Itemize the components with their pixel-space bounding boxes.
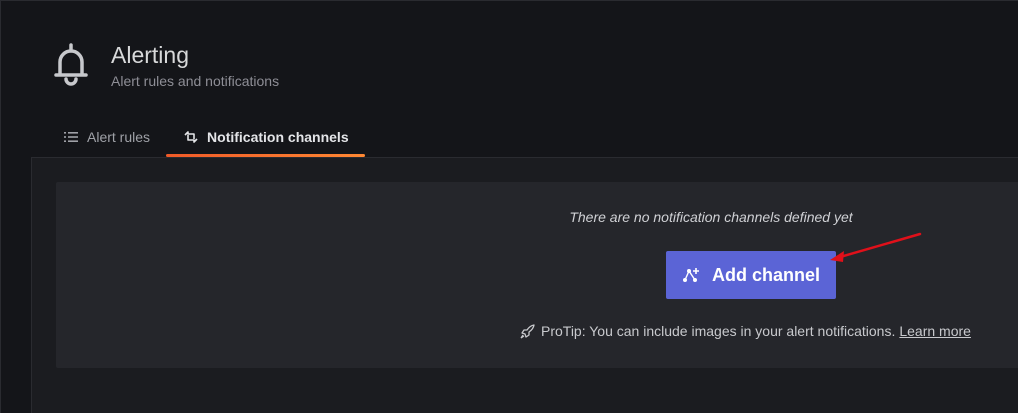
header-text: Alerting Alert rules and notifications [111, 41, 279, 90]
tab-notification-channels[interactable]: Notification channels [166, 119, 365, 157]
add-channel-label: Add channel [711, 264, 820, 285]
protip: ProTip: You can include images in your a… [520, 323, 971, 339]
empty-state-message: There are no notification channels defin… [569, 209, 853, 225]
tab-alert-rules[interactable]: Alert rules [48, 119, 166, 155]
rocket-icon [520, 323, 535, 338]
bell-icon [54, 43, 88, 86]
add-channel-button[interactable]: Add channel [666, 251, 836, 299]
protip-text: ProTip: You can include images in your a… [541, 323, 896, 339]
tab-bar: Alert rules Notification channels [48, 119, 365, 157]
tab-label: Alert rules [87, 129, 151, 145]
channel-icon [184, 131, 198, 143]
content-area: There are no notification channels defin… [31, 157, 1018, 413]
list-icon [64, 132, 78, 142]
learn-more-link[interactable]: Learn more [899, 323, 971, 339]
page-title: Alerting [111, 42, 189, 68]
page-subtitle: Alert rules and notifications [111, 73, 280, 89]
empty-state-panel: There are no notification channels defin… [56, 182, 1018, 368]
tab-label: Notification channels [207, 129, 349, 145]
share-plus-icon [682, 268, 699, 282]
alerting-page: Alerting Alert rules and notifications A… [0, 0, 1018, 413]
page-header: Alerting Alert rules and notifications [53, 41, 279, 90]
annotation-arrow-icon [830, 232, 922, 262]
